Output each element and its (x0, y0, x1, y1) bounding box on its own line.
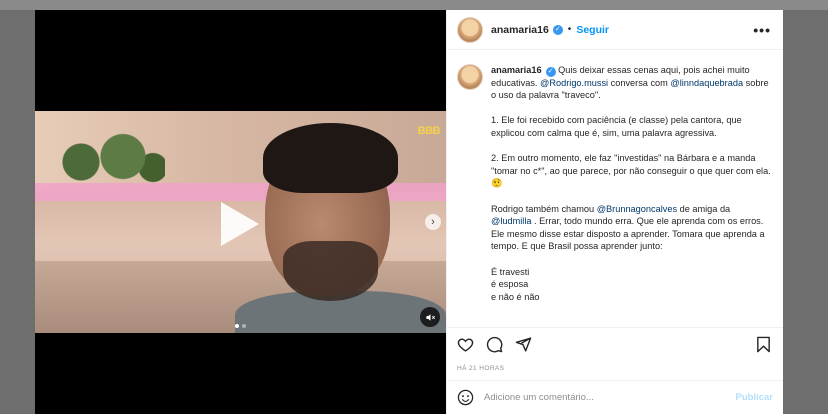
carousel-dot (235, 324, 239, 328)
publish-comment-button[interactable]: Publicar (736, 392, 774, 403)
video-frame-beard (283, 241, 378, 301)
caption-username[interactable]: anamaria16 (491, 65, 542, 75)
caption-paragraph: 2. Em outro momento, ele faz "investidas… (491, 153, 771, 189)
caption-line: e não é não (491, 291, 540, 302)
post-caption: anamaria16 ✓ Quis deixar essas cenas aqui… (491, 64, 771, 327)
caption-line: é esposa (491, 279, 529, 290)
video-player[interactable]: BBB › (35, 111, 446, 333)
caption-verified-icon: ✓ (545, 66, 556, 77)
bookmark-icon[interactable] (756, 336, 771, 353)
caption-text: conversa com (608, 77, 671, 88)
caption-line: É travesti (491, 266, 530, 277)
author-avatar[interactable] (457, 16, 483, 43)
author-username[interactable]: anamaria16 (491, 24, 549, 36)
mention-link[interactable]: @Rodrigo.mussi (540, 78, 608, 88)
more-options-icon[interactable]: ••• (753, 22, 771, 38)
mention-link[interactable]: @Brunnagoncalves (597, 204, 677, 214)
chevron-right-icon: › (431, 215, 435, 228)
caption-paragraph: 1. Ele foi recebido com paciência (e cla… (491, 115, 742, 138)
post-media: BBB › (35, 10, 446, 414)
verified-badge-icon: ✓ (552, 24, 563, 35)
video-frame-plants (45, 129, 165, 184)
next-media-button[interactable]: › (425, 214, 441, 230)
carousel-indicator (35, 324, 446, 328)
header-separator: • (567, 24, 572, 35)
share-icon[interactable] (515, 336, 532, 353)
comment-bar: Publicar (447, 380, 783, 414)
caption-text: . Errar, todo mundo erra. Que ele aprend… (491, 216, 765, 252)
caption-text: de amiga da (677, 203, 731, 214)
play-icon (221, 202, 259, 246)
post-header: anamaria16 ✓ • Seguir ••• (447, 10, 783, 50)
mention-link[interactable]: @linndaquebrada (670, 78, 743, 88)
heart-icon[interactable] (457, 336, 474, 353)
post-modal: BBB › anamaria16 ✓ • Seguir ••• anamaria… (35, 10, 783, 414)
carousel-dot (242, 324, 246, 328)
speaker-muted-icon (425, 313, 435, 321)
mention-link[interactable]: @ludmilla (491, 216, 531, 226)
post-actions (447, 327, 783, 361)
post-side-panel: anamaria16 ✓ • Seguir ••• anamaria16 ✓ Qu… (446, 10, 783, 414)
caption-text: Rodrigo também chamou (491, 203, 597, 214)
caption-area: anamaria16 ✓ Quis deixar essas cenas aqui… (447, 50, 783, 327)
emoji-icon[interactable] (457, 389, 474, 406)
follow-button[interactable]: Seguir (576, 24, 609, 36)
play-button[interactable] (215, 199, 265, 249)
comment-input[interactable] (484, 392, 726, 403)
broadcast-logo: BBB (417, 125, 441, 137)
video-frame-hair (263, 123, 398, 193)
comment-icon[interactable] (486, 336, 503, 353)
page-backdrop (0, 0, 828, 10)
post-timestamp: HÁ 21 HORAS (457, 365, 505, 372)
caption-avatar[interactable] (457, 64, 483, 90)
